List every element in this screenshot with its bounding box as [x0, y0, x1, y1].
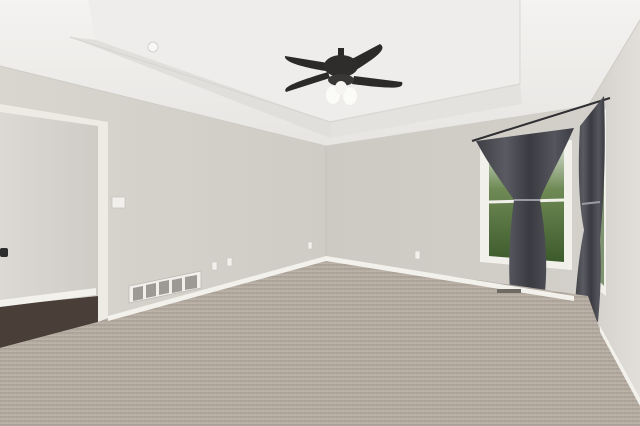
door-knob-icon [0, 248, 8, 257]
light-switch [111, 196, 126, 209]
hallway-wall [0, 112, 98, 306]
left-doorway [0, 104, 108, 348]
smoke-detector [147, 41, 159, 53]
outlet [211, 261, 218, 271]
outlet [307, 241, 313, 250]
photo-scene [0, 0, 640, 426]
floor-register [497, 289, 521, 293]
fan-light-bulb [335, 81, 347, 95]
room-photo [0, 0, 640, 426]
outlet [414, 250, 421, 260]
fan-motor [324, 55, 358, 77]
outlet [226, 257, 233, 267]
